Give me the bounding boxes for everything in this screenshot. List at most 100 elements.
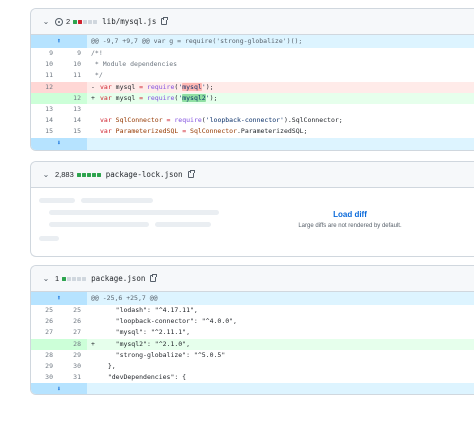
diff-line: 11 11 */ xyxy=(31,70,474,81)
file-name[interactable]: lib/mysql.js xyxy=(102,17,156,26)
code-text: "lodash": "^4.17.11", xyxy=(87,305,474,316)
diffstat-added xyxy=(62,276,67,281)
diff-marker: + xyxy=(91,93,95,102)
new-line-number[interactable]: 29 xyxy=(59,350,87,361)
code-text: + "mysql2": "^2.1.0", xyxy=(87,339,474,350)
old-line-number[interactable]: 13 xyxy=(31,104,59,115)
changed-word: mysql2 xyxy=(182,93,206,102)
expand-up-icon[interactable]: ⬆ xyxy=(31,292,87,305)
code-content: "mysql": "^2.11.1", xyxy=(100,328,191,337)
code-text: var ParameterizedSQL = SqlConnector.Para… xyxy=(87,126,474,137)
old-line-number[interactable] xyxy=(31,338,59,350)
code-content: }, xyxy=(100,361,116,370)
old-line-number[interactable]: 28 xyxy=(31,350,59,361)
hunk-text: @@ -25,6 +25,7 @@ xyxy=(87,292,474,305)
old-line-number[interactable]: 12 xyxy=(31,81,59,93)
diff-line: 9 9 /*! xyxy=(31,48,474,59)
old-line-number[interactable] xyxy=(31,92,59,104)
new-line-number[interactable]: 14 xyxy=(59,115,87,126)
diffstat-added xyxy=(91,172,96,177)
old-line-number[interactable]: 15 xyxy=(31,126,59,137)
chevron-down-icon[interactable]: ⌄ xyxy=(41,170,51,179)
hunk-text: @@ -9,7 +9,7 @@ var g = require('strong-… xyxy=(87,35,474,48)
expand-down-icon[interactable]: ⬇ xyxy=(31,137,87,150)
chevron-down-icon[interactable]: ⌄ xyxy=(41,17,51,26)
new-line-number[interactable]: 12 xyxy=(59,92,87,104)
new-line-number[interactable]: 31 xyxy=(59,372,87,383)
file-header: ⌄ 2,883 package-lock.json xyxy=(31,162,474,188)
diffstat-neutral xyxy=(72,276,77,281)
keyword: var xyxy=(100,93,112,102)
new-line-number[interactable]: 25 xyxy=(59,305,87,316)
copy-icon[interactable] xyxy=(150,274,158,282)
function-name: require xyxy=(146,93,175,102)
new-line-number[interactable]: 13 xyxy=(59,104,87,115)
diffstat-added xyxy=(96,172,101,177)
code-text: "mysql": "^2.11.1", xyxy=(87,327,474,338)
file-name[interactable]: package.json xyxy=(91,274,145,283)
diff-line-added: 12 + var mysql = require('mysql2'); xyxy=(31,92,474,104)
expand-down-icon[interactable]: ⬇ xyxy=(31,383,87,394)
diff-line: 29 30 }, xyxy=(31,361,474,372)
code-text: */ xyxy=(91,71,103,80)
operator: = xyxy=(178,127,191,136)
punctuation: ); xyxy=(205,82,214,91)
old-line-number[interactable]: 25 xyxy=(31,305,59,316)
chevron-down-icon[interactable]: ⌄ xyxy=(41,274,51,283)
file-diff-package-json: ⌄ 1 package.json ⬆ @@ -25,6 +25,7 @@ 25 … xyxy=(30,265,474,395)
diffstat-added xyxy=(73,19,78,24)
new-line-number[interactable]: 10 xyxy=(59,59,87,70)
operator: = xyxy=(162,116,175,125)
old-line-number[interactable]: 27 xyxy=(31,327,59,338)
diff-marker: + xyxy=(91,339,95,348)
code-text: + var mysql = require('mysql2'); xyxy=(87,93,474,104)
old-line-number[interactable]: 11 xyxy=(31,70,59,81)
new-line-number[interactable]: 28 xyxy=(59,338,87,350)
operator: = xyxy=(135,93,147,102)
diffstat-neutral xyxy=(93,19,98,24)
expand-row: ⬇ xyxy=(31,137,474,150)
file-diff-package-lock-json: ⌄ 2,883 package-lock.json Load diff Larg… xyxy=(30,161,474,257)
old-line-number[interactable]: 29 xyxy=(31,361,59,372)
loading-placeholder xyxy=(81,198,153,203)
diff-line: 10 10 * Module dependencies xyxy=(31,59,474,70)
diffstat-neutral xyxy=(67,276,72,281)
copy-icon[interactable] xyxy=(187,170,195,178)
keyword: var xyxy=(100,116,112,125)
old-line-number[interactable]: 30 xyxy=(31,372,59,383)
copy-icon[interactable] xyxy=(161,17,169,25)
code-text: "strong-globalize": "^5.0.5" xyxy=(87,350,474,361)
new-line-number[interactable]: 9 xyxy=(59,48,87,59)
old-line-number[interactable]: 10 xyxy=(31,59,59,70)
diffstat-neutral xyxy=(83,19,88,24)
code-text: var SqlConnector = require('loopback-con… xyxy=(87,115,474,126)
loading-placeholder xyxy=(39,236,59,241)
new-line-number[interactable]: 11 xyxy=(59,70,87,81)
expand-row: ⬇ xyxy=(31,383,474,394)
code-text: - var mysql = require('mysql'); xyxy=(87,82,474,93)
new-line-number[interactable] xyxy=(59,81,87,93)
file-name[interactable]: package-lock.json xyxy=(106,170,183,179)
loading-placeholder xyxy=(39,198,75,203)
expand-up-icon[interactable]: ⬆ xyxy=(31,35,87,48)
change-count: 2,883 xyxy=(55,170,74,179)
diffstat-neutral xyxy=(82,276,87,281)
load-diff-button[interactable]: Load diff xyxy=(275,210,425,219)
old-line-number[interactable]: 26 xyxy=(31,316,59,327)
old-line-number[interactable]: 9 xyxy=(31,48,59,59)
change-count: 2 xyxy=(66,17,71,26)
expand-row-fill xyxy=(87,383,474,394)
new-line-number[interactable]: 30 xyxy=(59,361,87,372)
diff-line: 26 26 "loopback-connector": "^4.0.0", xyxy=(31,316,474,327)
code-text: "devDependencies": { xyxy=(87,372,474,383)
dot-fill-icon xyxy=(55,17,63,26)
new-line-number[interactable]: 27 xyxy=(59,327,87,338)
code-content: "lodash": "^4.17.11", xyxy=(100,306,198,314)
old-line-number[interactable]: 14 xyxy=(31,115,59,126)
code-content: "strong-globalize": "^5.0.5" xyxy=(100,350,226,359)
new-line-number[interactable]: 15 xyxy=(59,126,87,137)
loading-placeholder xyxy=(49,210,219,215)
new-line-number[interactable]: 26 xyxy=(59,316,87,327)
code-text: /*! xyxy=(91,49,103,57)
diff-line: 14 14 var SqlConnector = require('loopba… xyxy=(31,115,474,126)
